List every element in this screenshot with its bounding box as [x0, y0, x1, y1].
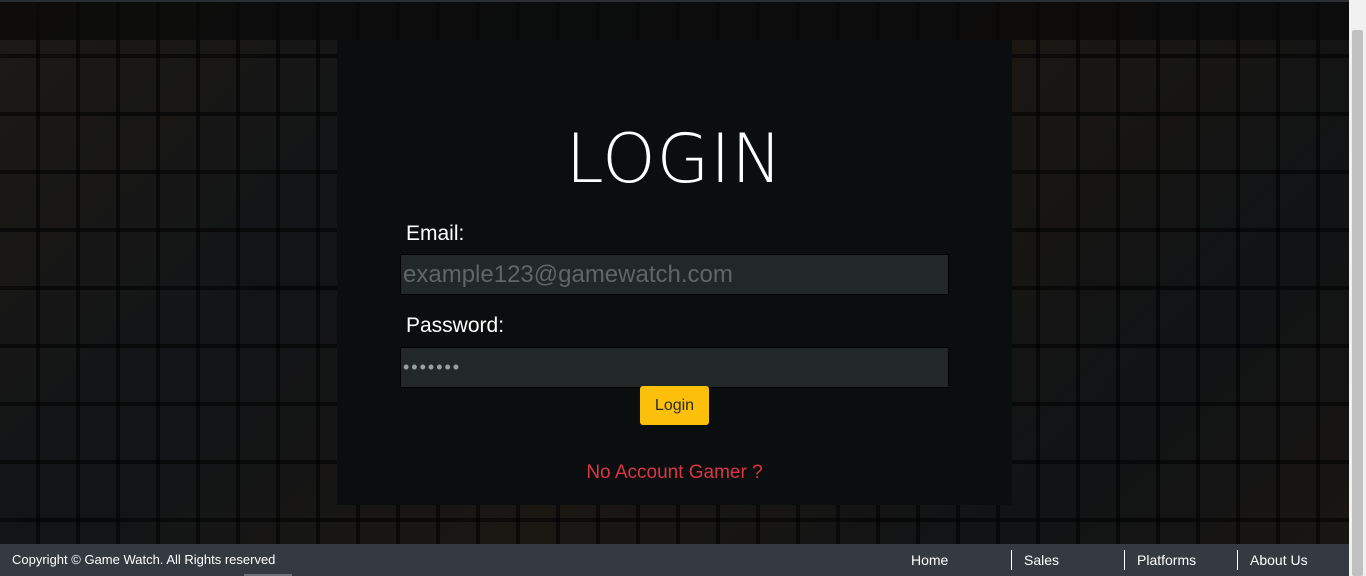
top-band: [0, 2, 1349, 40]
no-account-link[interactable]: No Account Gamer ?: [337, 462, 1012, 484]
login-card: LOGIN Email: Password: Login No Account …: [337, 40, 1012, 505]
footer-nav-sales[interactable]: Sales: [1011, 550, 1124, 570]
password-input[interactable]: [400, 347, 949, 388]
password-label: Password:: [406, 314, 505, 337]
footer-nav: Home Sales Platforms About Us: [898, 550, 1337, 570]
footer-nav-about-us[interactable]: About Us: [1237, 550, 1337, 570]
copyright-text: Copyright © Game Watch. All Rights reser…: [12, 552, 276, 567]
footer: Copyright © Game Watch. All Rights reser…: [0, 544, 1349, 576]
page: LOGIN Email: Password: Login No Account …: [0, 0, 1366, 576]
vertical-scrollbar[interactable]: [1349, 0, 1366, 576]
footer-nav-home[interactable]: Home: [898, 550, 1011, 570]
scrollbar-thumb[interactable]: [1352, 30, 1363, 576]
login-button[interactable]: Login: [640, 386, 709, 425]
email-label: Email:: [406, 222, 465, 245]
footer-nav-platforms[interactable]: Platforms: [1124, 550, 1237, 570]
email-input[interactable]: [400, 254, 949, 295]
login-title: LOGIN: [565, 120, 784, 199]
